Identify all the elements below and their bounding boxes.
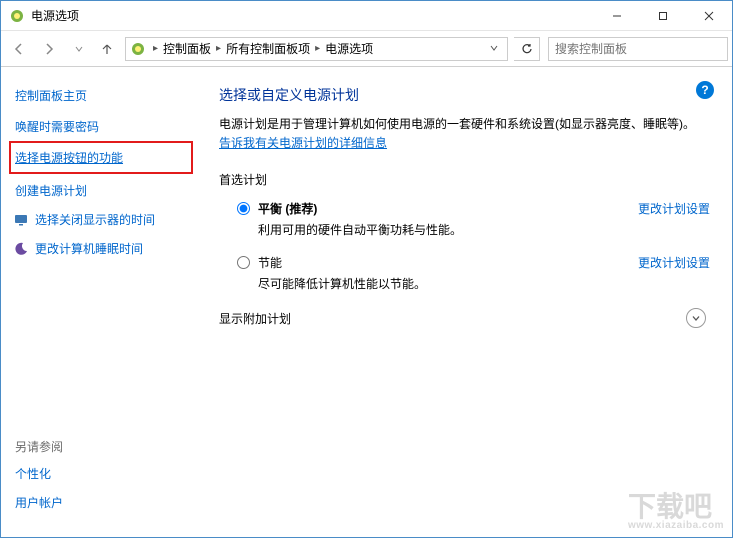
forward-button[interactable] [35,35,63,63]
refresh-button[interactable] [514,37,540,61]
breadcrumb-dropdown[interactable] [485,42,503,56]
sidebar-item-label: 选择关闭显示器的时间 [35,211,155,228]
minimize-button[interactable] [594,1,640,31]
additional-plans-label: 显示附加计划 [219,310,291,327]
chevron-down-icon[interactable] [686,308,706,328]
control-panel-home-link[interactable]: 控制面板主页 [15,87,187,104]
breadcrumb-item[interactable]: 控制面板 [161,40,213,57]
breadcrumb-item[interactable]: 所有控制面板项 [224,40,312,57]
main-panel: ? 选择或自定义电源计划 电源计划是用于管理计算机如何使用电源的一套硬件和系统设… [201,67,732,537]
plan-balanced: 平衡 (推荐) 利用可用的硬件自动平衡功耗与性能。 更改计划设置 [219,200,710,238]
plan-description: 利用可用的硬件自动平衡功耗与性能。 [258,221,626,238]
additional-plans-row[interactable]: 显示附加计划 [219,308,710,328]
power-options-icon [9,8,25,24]
change-plan-settings-link[interactable]: 更改计划设置 [638,200,710,217]
search-box[interactable] [548,37,728,61]
window-controls [594,1,732,31]
up-button[interactable] [95,37,119,61]
breadcrumb[interactable]: ▸ 控制面板 ▸ 所有控制面板项 ▸ 电源选项 [125,37,508,61]
page-heading: 选择或自定义电源计划 [219,85,710,105]
plan-description: 尽可能降低计算机性能以节能。 [258,275,626,292]
plan-name: 节能 [258,254,626,271]
see-also-user-accounts[interactable]: 用户帐户 [15,494,187,511]
maximize-button[interactable] [640,1,686,31]
window-title: 电源选项 [31,7,594,24]
power-options-icon [130,41,146,57]
content-area: 控制面板主页 唤醒时需要密码 选择电源按钮的功能 创建电源计划 选择关闭显示器的… [1,67,732,537]
chevron-right-icon[interactable]: ▸ [213,43,224,54]
sidebar-link-display-off[interactable]: 选择关闭显示器的时间 [13,211,187,228]
sidebar: 控制面板主页 唤醒时需要密码 选择电源按钮的功能 创建电源计划 选择关闭显示器的… [1,67,201,537]
chevron-right-icon[interactable]: ▸ [150,43,161,54]
sidebar-link-require-password[interactable]: 唤醒时需要密码 [15,118,187,135]
plan-radio-balanced[interactable] [237,202,250,215]
sidebar-link-power-button[interactable]: 选择电源按钮的功能 [15,149,187,166]
navigation-bar: ▸ 控制面板 ▸ 所有控制面板项 ▸ 电源选项 [1,31,732,67]
chevron-right-icon[interactable]: ▸ [312,43,323,54]
change-plan-settings-link[interactable]: 更改计划设置 [638,254,710,271]
sidebar-link-sleep[interactable]: 更改计算机睡眠时间 [13,240,187,257]
plan-radio-power-saver[interactable] [237,256,250,269]
title-bar: 电源选项 [1,1,732,31]
see-also-heading: 另请参阅 [15,438,187,455]
help-icon[interactable]: ? [696,81,714,99]
monitor-icon [13,212,29,228]
highlight-box: 选择电源按钮的功能 [9,141,193,174]
plan-name: 平衡 (推荐) [258,200,626,217]
sidebar-link-create-plan[interactable]: 创建电源计划 [15,182,187,199]
see-also-personalization[interactable]: 个性化 [15,465,187,482]
search-input[interactable] [555,42,721,56]
recent-dropdown[interactable] [65,35,93,63]
sidebar-item-label: 更改计算机睡眠时间 [35,240,143,257]
learn-more-link[interactable]: 告诉我有关电源计划的详细信息 [219,136,387,150]
close-button[interactable] [686,1,732,31]
breadcrumb-item[interactable]: 电源选项 [323,40,375,57]
page-description: 电源计划是用于管理计算机如何使用电源的一套硬件和系统设置(如显示器亮度、睡眠等)… [219,115,710,153]
moon-icon [13,241,29,257]
plan-power-saver: 节能 尽可能降低计算机性能以节能。 更改计划设置 [219,254,710,292]
back-button[interactable] [5,35,33,63]
preferred-plans-title: 首选计划 [219,171,710,188]
